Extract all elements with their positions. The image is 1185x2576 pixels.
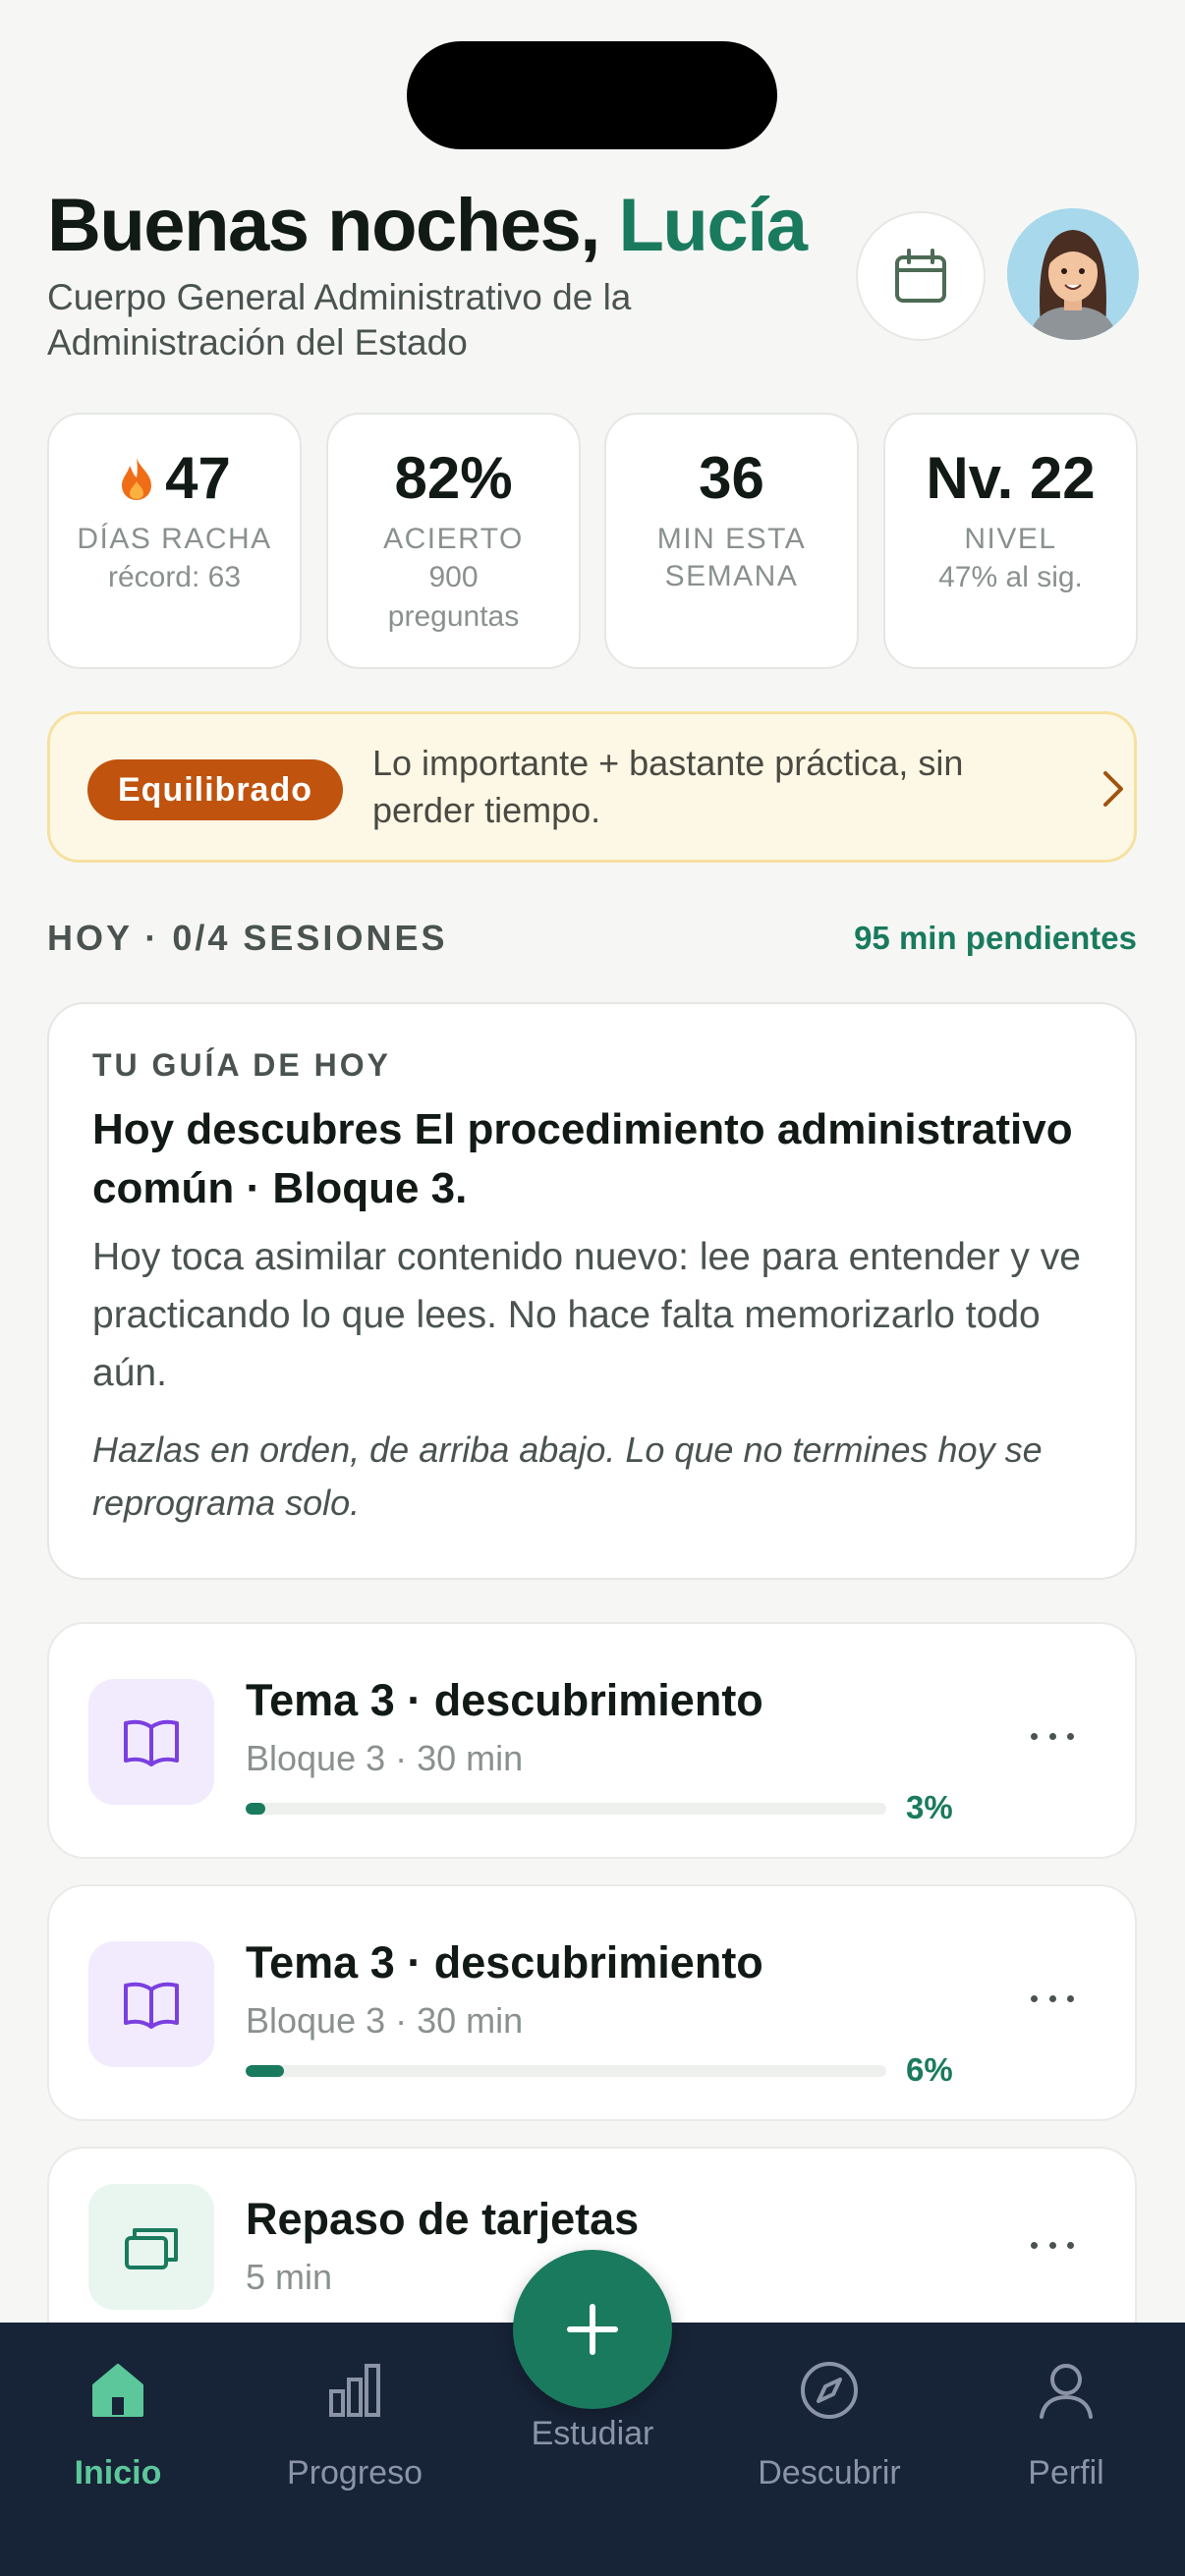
more-options-icon[interactable]	[1031, 1977, 1074, 2020]
more-options-icon[interactable]	[1031, 2223, 1074, 2267]
stat-level-sub: 47% al sig.	[938, 561, 1083, 593]
tab-label: Descubrir	[758, 2454, 901, 2492]
guide-title: Hoy descubres El procedimiento administr…	[92, 1105, 1073, 1212]
session-card[interactable]: Tema 3 · descubrimiento Bloque 3 · 30 mi…	[47, 1884, 1137, 2121]
stat-streak-sub: récord: 63	[107, 561, 242, 593]
home-screen: Buenas noches, Lucía Cuerpo General Admi…	[0, 0, 1185, 2576]
session-title: Tema 3 · descubrimiento	[246, 1675, 763, 1725]
dynamic-island	[407, 41, 777, 149]
session-icon-tile	[88, 1941, 214, 2067]
stat-accuracy-sub: 900 preguntas	[387, 561, 520, 633]
more-options-icon[interactable]	[1031, 1714, 1074, 1758]
session-progress-label: 3%	[906, 1789, 953, 1825]
tab-progreso[interactable]: Progreso	[256, 2323, 453, 2576]
session-card[interactable]: Tema 3 · descubrimiento Bloque 3 · 30 mi…	[47, 1622, 1137, 1859]
session-progress-bar	[246, 2065, 886, 2077]
flame-icon	[122, 458, 152, 500]
stat-minutes-label: MIN ESTA SEMANA	[656, 523, 807, 592]
stat-level-label: NIVEL	[964, 523, 1057, 555]
study-plan-banner[interactable]: Equilibrado Lo importante + bastante prá…	[47, 711, 1137, 863]
tab-label: Inicio	[74, 2454, 162, 2492]
session-progress-fill	[246, 1803, 265, 1815]
tab-perfil[interactable]: Perfil	[968, 2323, 1164, 2576]
chevron-right-icon	[1103, 771, 1123, 807]
book-icon	[124, 1719, 179, 1766]
cards-icon	[125, 2228, 178, 2269]
guide-body: Hoy toca asimilar contenido nuevo: lee p…	[92, 1236, 1081, 1394]
book-icon	[124, 1982, 179, 2029]
exam-subtitle: Cuerpo General Administrativo de la Admi…	[47, 277, 632, 363]
session-icon-tile	[88, 1679, 214, 1805]
session-title: Tema 3 · descubrimiento	[246, 1937, 763, 1988]
stat-accuracy: 82% ACIERTO 900 preguntas	[326, 413, 581, 669]
plan-description: Lo importante + bastante práctica, sin p…	[372, 743, 964, 830]
stat-streak-value: 47	[165, 445, 231, 511]
calendar-button[interactable]	[856, 211, 986, 341]
guide-kicker: TU GUÍA DE HOY	[92, 1047, 391, 1083]
stat-streak-label: DÍAS RACHA	[77, 523, 272, 555]
guide-note: Hazlas en orden, de arriba abajo. Lo que…	[92, 1429, 1043, 1523]
session-progress-label: 6%	[906, 2051, 953, 2088]
tab-inicio[interactable]: Inicio	[20, 2323, 216, 2576]
stat-minutes: 36 MIN ESTA SEMANA	[604, 413, 859, 669]
stat-level: Nv. 22 NIVEL 47% al sig.	[883, 413, 1138, 669]
greeting-title: Buenas noches, Lucía	[47, 183, 808, 269]
today-sessions-title: HOY · 0/4 SESIONES	[47, 918, 448, 958]
session-progress-fill	[246, 2065, 285, 2077]
stat-level-value: Nv. 22	[926, 445, 1096, 511]
bar-chart-icon	[329, 2364, 380, 2417]
person-icon	[1040, 2364, 1093, 2419]
home-icon	[92, 2364, 143, 2417]
plan-badge: Equilibrado	[87, 759, 343, 820]
stat-accuracy-label: ACIERTO	[383, 523, 524, 555]
tab-label: Perfil	[1028, 2454, 1104, 2492]
stat-streak-value-row: 47	[49, 444, 300, 513]
avatar[interactable]	[1007, 208, 1139, 340]
stat-minutes-value: 36	[699, 445, 764, 511]
daily-guide-card: TU GUÍA DE HOY Hoy descubres El procedim…	[47, 1002, 1137, 1580]
user-avatar	[1007, 208, 1139, 340]
session-meta: Bloque 3 · 30 min	[246, 1738, 524, 1778]
session-title: Repaso de tarjetas	[246, 2194, 640, 2244]
study-fab-button[interactable]	[513, 2250, 672, 2409]
stat-streak: 47 DÍAS RACHA récord: 63	[47, 413, 302, 669]
user-name: Lucía	[618, 184, 808, 267]
calendar-icon	[895, 249, 946, 303]
session-meta: 5 min	[246, 2257, 333, 2297]
greeting-text: Buenas noches,	[47, 184, 600, 267]
session-progress-bar	[246, 1803, 886, 1815]
session-meta: Bloque 3 · 30 min	[246, 2000, 524, 2041]
compass-icon	[801, 2362, 858, 2419]
tab-estudiar-label[interactable]: Estudiar	[475, 2415, 710, 2453]
tab-label: Progreso	[287, 2454, 423, 2492]
pending-minutes: 95 min pendientes	[854, 920, 1137, 956]
session-icon-tile	[88, 2184, 214, 2310]
tab-descubrir[interactable]: Descubrir	[731, 2323, 928, 2576]
plus-icon	[567, 2304, 618, 2355]
stat-accuracy-value: 82%	[394, 445, 513, 511]
